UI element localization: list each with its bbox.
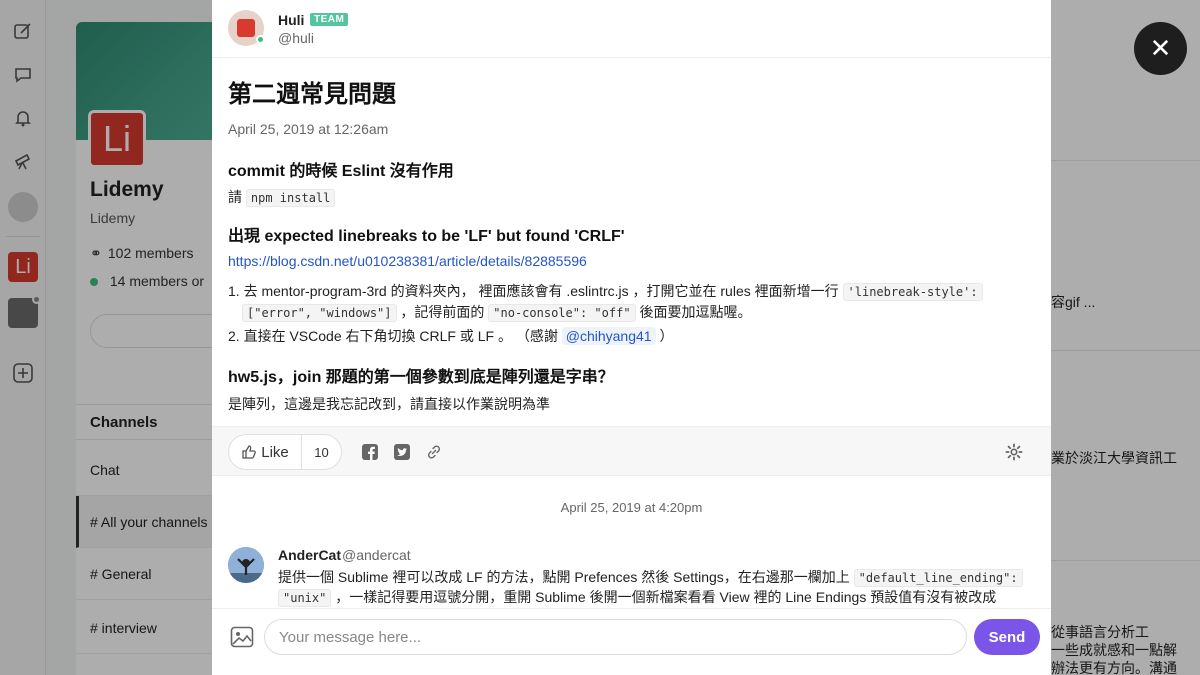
section-heading: hw5.js，join 那題的第一個參數到底是陣列還是字串？ — [228, 369, 614, 386]
online-status-dot — [256, 35, 265, 44]
image-upload-icon[interactable] — [230, 626, 254, 648]
inline-code: 'linebreak-style': — [842, 283, 983, 301]
thread-modal: Huli TEAM @huli 第二週常見問題 April 25, 2019 a… — [212, 0, 1051, 675]
inline-code: "default_line_ending": — [853, 569, 1023, 587]
external-link[interactable]: https://blog.csdn.net/u010238381/article… — [228, 253, 587, 269]
paragraph: 請 npm install — [228, 187, 336, 207]
gear-icon[interactable] — [1005, 443, 1023, 461]
list-item-continued: ["error", "windows"] ，記得前面的 "no-console"… — [242, 302, 751, 322]
inline-code: "no-console": "off" — [488, 304, 636, 322]
send-button[interactable]: Send — [974, 619, 1040, 655]
reply-date-divider: April 25, 2019 at 4:20pm — [560, 500, 703, 515]
reply-text: "unix" ，一樣記得要用逗號分開，重開 Sublime 後開一個新檔案看看 … — [278, 587, 996, 607]
post-title: 第二週常見問題 — [228, 81, 396, 108]
inline-code: "unix" — [278, 589, 332, 607]
reply-author-name[interactable]: AnderCat — [278, 547, 341, 563]
twitter-icon[interactable] — [394, 444, 410, 460]
post-action-bar: Like 10 — [212, 426, 1051, 476]
reply-author-handle: @andercat — [342, 547, 411, 563]
like-count: 10 — [314, 444, 329, 460]
facebook-icon[interactable] — [362, 444, 378, 460]
inline-code: ["error", "windows"] — [242, 304, 397, 322]
thumbs-up-icon — [242, 445, 257, 459]
message-input[interactable] — [264, 619, 967, 655]
header-divider — [212, 57, 1051, 58]
like-button[interactable]: Like — [229, 435, 302, 469]
post-date: April 25, 2019 at 12:26am — [228, 121, 389, 137]
reply-avatar[interactable] — [228, 547, 264, 583]
author-handle: @huli — [278, 30, 315, 46]
reply-text: 提供一個 Sublime 裡可以改成 LF 的方法，點開 Prefences 然… — [278, 567, 1023, 587]
link-icon[interactable] — [426, 444, 442, 460]
message-composer: Send — [212, 608, 1051, 675]
list-item: 1. 去 mentor-program-3rd 的資料夾內， 裡面應該會有 .e… — [228, 281, 983, 301]
paragraph: 是陣列，這邊是我忘記改到，請直接以作業說明為準 — [228, 396, 550, 412]
section-heading: commit 的時候 Eslint 沒有作用 — [228, 163, 454, 180]
team-badge: TEAM — [310, 13, 349, 26]
user-mention[interactable]: @chihyang41 — [561, 327, 656, 345]
close-icon: ✕ — [1149, 33, 1172, 63]
inline-code: npm install — [245, 189, 336, 207]
close-button[interactable]: ✕ — [1134, 22, 1187, 75]
like-button-group: Like 10 — [228, 434, 342, 470]
list-item: 2. 直接在 VSCode 右下角切換 CRLF 或 LF 。 （感謝 @chi… — [228, 327, 674, 345]
author-name[interactable]: Huli — [278, 12, 304, 28]
section-heading: 出現 expected linebreaks to be 'LF' but fo… — [228, 228, 625, 245]
